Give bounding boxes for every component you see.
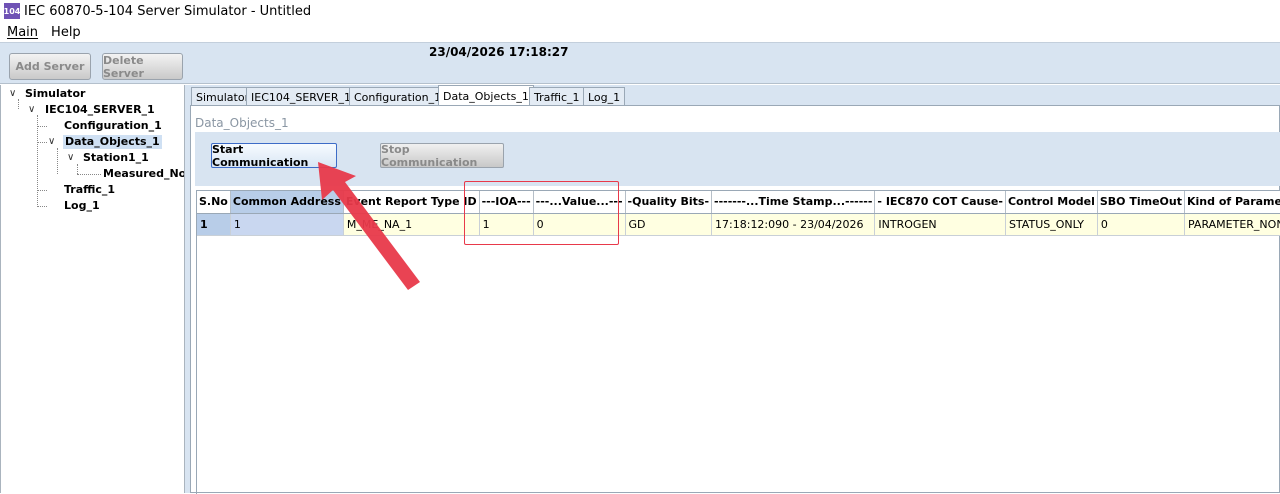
- col-header-sbo-timeout[interactable]: SBO TimeOut: [1097, 191, 1184, 213]
- table-header-row: S.No Common Address Event Report Type ID…: [197, 191, 1280, 213]
- expand-server-icon[interactable]: ∨: [28, 104, 35, 115]
- col-header-cot[interactable]: - IEC870 COT Cause-: [875, 191, 1006, 213]
- col-header-kind-of-parameter[interactable]: Kind of Parameter -: [1185, 191, 1280, 213]
- col-header-type-id[interactable]: Event Report Type ID: [343, 191, 479, 213]
- app-icon: 104: [4, 3, 20, 19]
- tab-server[interactable]: IEC104_SERVER_1: [246, 87, 356, 106]
- add-server-button[interactable]: Add Server: [9, 53, 91, 80]
- tab-data-objects[interactable]: Data_Objects_1: [438, 85, 534, 106]
- tree-node-station[interactable]: Station1_1: [83, 151, 149, 165]
- tree-node-configuration[interactable]: Configuration_1: [64, 119, 162, 133]
- title-bar: 104 IEC 60870-5-104 Server Simulator - U…: [0, 0, 1280, 22]
- col-header-sno[interactable]: S.No: [197, 191, 230, 213]
- tree-node-simulator[interactable]: Simulator: [25, 87, 85, 101]
- col-header-common-address[interactable]: Common Address: [230, 191, 343, 213]
- panel-title: Data_Objects_1: [195, 116, 289, 130]
- toolbar: Add Server Delete Server 23/04/2026 17:1…: [0, 42, 1280, 84]
- cell-cot[interactable]: INTROGEN: [875, 213, 1006, 235]
- tab-traffic[interactable]: Traffic_1: [529, 87, 585, 106]
- cell-common-address[interactable]: 1: [230, 213, 343, 235]
- tree-node-measured[interactable]: Measured_Nor: [103, 167, 185, 181]
- tab-log[interactable]: Log_1: [583, 87, 625, 106]
- col-header-timestamp[interactable]: -------...Time Stamp...------: [712, 191, 875, 213]
- cell-quality[interactable]: GD: [625, 213, 712, 235]
- cell-timestamp[interactable]: 17:18:12:090 - 23/04/2026: [712, 213, 875, 235]
- menu-help[interactable]: Help: [51, 25, 81, 40]
- tree-node-server[interactable]: IEC104_SERVER_1: [45, 103, 155, 117]
- expand-station-icon[interactable]: ∨: [67, 152, 74, 163]
- tab-strip: Simulator IEC104_SERVER_1 Configuration_…: [190, 85, 1280, 106]
- table-row[interactable]: 1 1 M_ME_NA_1 1 0 GD 17:18:12:090 - 23/0…: [197, 213, 1280, 235]
- col-header-control-model[interactable]: Control Model: [1005, 191, 1097, 213]
- cell-sbo-timeout[interactable]: 0: [1097, 213, 1184, 235]
- data-objects-table: S.No Common Address Event Report Type ID…: [196, 190, 1280, 494]
- server-tree: ∨ Simulator ∨ IEC104_SERVER_1 Configurat…: [0, 85, 185, 493]
- cell-control-model[interactable]: STATUS_ONLY: [1005, 213, 1097, 235]
- start-communication-button[interactable]: Start Communication: [211, 143, 337, 168]
- expand-simulator-icon[interactable]: ∨: [9, 88, 16, 99]
- menu-main[interactable]: Main: [7, 25, 38, 40]
- stop-communication-button[interactable]: Stop Communication: [380, 143, 504, 168]
- cell-kind-of-parameter[interactable]: PARAMETER_NONE: [1185, 213, 1280, 235]
- communication-bar: Start Communication Stop Communication: [195, 132, 1280, 186]
- tree-node-data-objects[interactable]: Data_Objects_1: [63, 135, 162, 149]
- tab-configuration[interactable]: Configuration_1: [349, 87, 446, 106]
- data-objects-panel: Data_Objects_1 Start Communication Stop …: [190, 105, 1280, 493]
- cell-sno[interactable]: 1: [197, 213, 230, 235]
- cell-type-id[interactable]: M_ME_NA_1: [343, 213, 479, 235]
- tab-simulator[interactable]: Simulator: [191, 87, 254, 106]
- current-datetime: 23/04/2026 17:18:27: [429, 45, 568, 59]
- highlight-box-annotation: [464, 181, 619, 245]
- tree-node-log[interactable]: Log_1: [64, 199, 100, 213]
- col-header-quality[interactable]: -Quality Bits-: [625, 191, 712, 213]
- expand-data-objects-icon[interactable]: ∨: [48, 136, 55, 147]
- window-title: IEC 60870-5-104 Server Simulator - Untit…: [24, 4, 311, 19]
- menu-bar: Main Help: [0, 23, 1280, 42]
- tree-node-traffic[interactable]: Traffic_1: [64, 183, 115, 197]
- delete-server-button[interactable]: Delete Server: [102, 53, 183, 80]
